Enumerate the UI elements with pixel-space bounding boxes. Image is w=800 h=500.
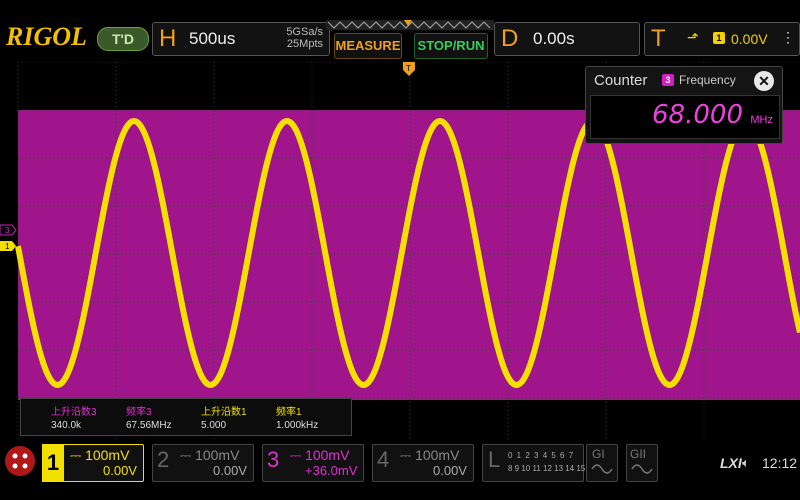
channel-2-number: 2 (157, 447, 170, 472)
measurement-header: 频率1 (276, 407, 302, 418)
lxi-logo: LXI (720, 455, 742, 471)
dc-coupling-icon: ⎓ (180, 447, 196, 463)
trigger-position-marker[interactable]: T (403, 62, 415, 78)
channel-2-scale: ⎓ 100mV (180, 447, 240, 463)
logic-channels-row-2: 8 9 10 11 12 13 14 15 (508, 464, 586, 473)
trigger-source-badge: 1 (713, 32, 725, 44)
trigger-letter: T (651, 25, 666, 52)
sine-wave-icon (631, 464, 653, 474)
rising-edge-icon: ⬏ (687, 29, 699, 45)
counter-source-badge: 3 (662, 74, 674, 86)
measurement-header: 上升沿数1 (201, 407, 247, 418)
generator-2-button[interactable]: GII (626, 444, 658, 482)
delay-value: 0.00s (533, 29, 575, 48)
dc-coupling-icon: ⎓ (290, 447, 306, 463)
trigger-level: 0.00V (731, 31, 768, 47)
generator-2-label: GII (630, 447, 647, 461)
measurement-value: 5.000 (201, 420, 227, 431)
horizontal-panel[interactable]: H 500us 5GSa/s 25Mpts (152, 22, 330, 56)
trigger-position-ruler (326, 20, 494, 30)
measurement-table[interactable]: 上升沿数3 频率3 上升沿数1 频率1 340.0k 67.56MHz 5.00… (20, 398, 352, 436)
trigger-panel[interactable]: T ⬏ 1 0.00V ⋮ (644, 22, 800, 56)
grid-icon (12, 453, 28, 469)
channel-1-offset: 0.00V (103, 463, 137, 478)
svg-text:T: T (406, 64, 411, 73)
logic-letter: L (488, 447, 501, 472)
channel-1-scale: ⎓ 100mV (70, 447, 130, 463)
clock: 12:12 (762, 455, 798, 471)
dc-coupling-icon: ⎓ (400, 447, 416, 463)
counter-title: Counter (594, 72, 648, 89)
measure-button[interactable]: MEASURE (334, 33, 402, 59)
channel-3-scale: ⎓ 100mV (290, 447, 350, 463)
counter-readout: 68.000 MHz (590, 95, 780, 139)
measurement-header: 频率3 (126, 407, 152, 418)
measurement-value: 1.000kHz (276, 420, 319, 431)
measurement-value: 340.0k (51, 420, 82, 431)
sine-wave-icon (591, 464, 613, 474)
generator-1-button[interactable]: GI (586, 444, 618, 482)
counter-value: 68.000 (652, 100, 743, 130)
counter-panel: Counter 3 Frequency ✕ 68.000 MHz (585, 66, 783, 144)
counter-unit: MHz (750, 114, 773, 126)
acquisition-info: 5GSa/s 25Mpts (265, 26, 323, 50)
channel-1-number: 1 (42, 444, 64, 482)
channel-3-offset: +36.0mV (305, 463, 358, 478)
memory-depth: 25Mpts (286, 38, 323, 50)
measurement-header: 上升沿数3 (51, 407, 97, 418)
generator-1-label: GI (592, 447, 605, 461)
horizontal-letter: H (159, 25, 177, 52)
sample-rate: 5GSa/s (286, 26, 323, 38)
home-button[interactable] (5, 446, 35, 476)
channel-4-offset: 0.00V (433, 463, 467, 478)
delay-letter: D (501, 25, 519, 52)
rigol-logo: RIGOL (6, 22, 87, 51)
delay-panel[interactable]: D 0.00s (494, 22, 640, 56)
stop-run-button[interactable]: STOP/RUN (414, 33, 488, 59)
more-icon[interactable]: ⋮ (781, 29, 795, 46)
ch3-marker-label: 3 (5, 226, 10, 235)
mode-pill[interactable]: T'D (97, 27, 149, 51)
channel-4-number: 4 (377, 447, 390, 472)
measurement-value: 67.56MHz (126, 420, 172, 431)
logic-channels-row-1: 0 1 2 3 4 5 6 7 (508, 451, 575, 460)
channel-2-offset: 0.00V (213, 463, 247, 478)
ch3-offset-marker: 3 (0, 224, 17, 236)
speaker-icon[interactable]: 🔈︎ (742, 455, 750, 471)
timebase-value: 500us (189, 29, 236, 48)
ch1-marker-label: 1 (5, 242, 10, 251)
counter-label: Frequency (679, 73, 736, 87)
channel-4-scale: ⎓ 100mV (400, 447, 460, 463)
dc-coupling-icon: ⎓ (70, 447, 86, 463)
close-icon[interactable]: ✕ (754, 71, 774, 91)
channel-3-number: 3 (267, 447, 280, 472)
